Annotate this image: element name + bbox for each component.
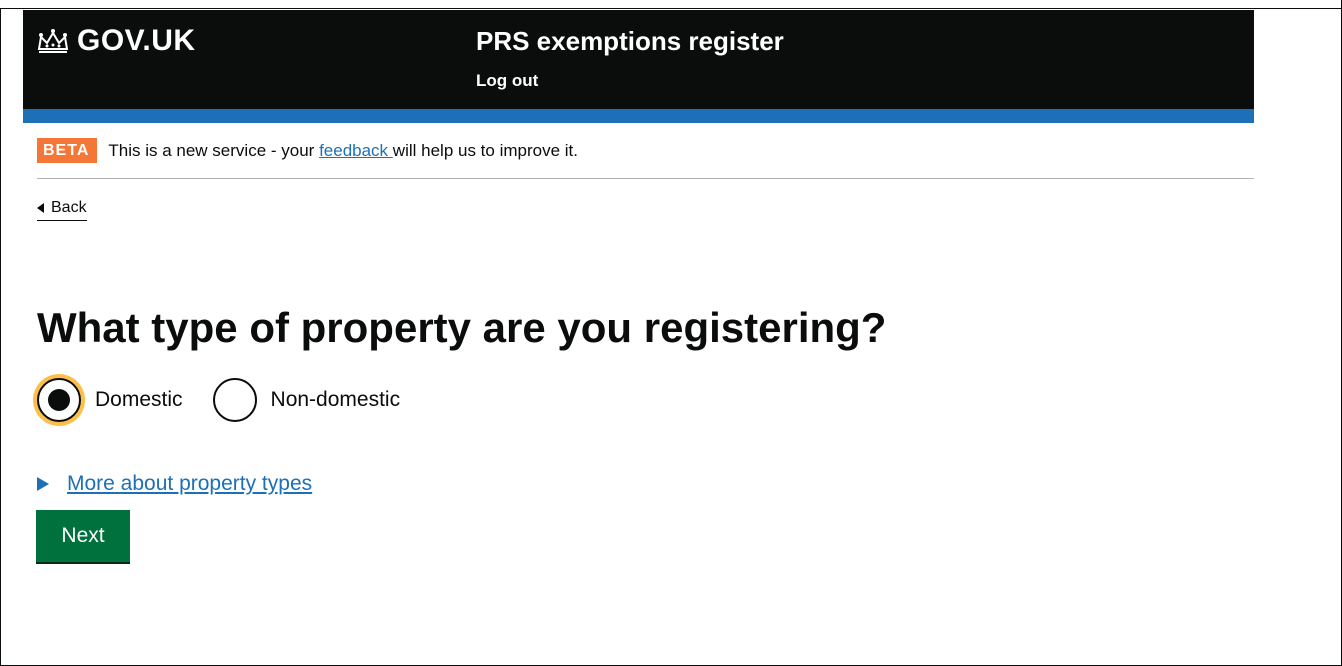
radio-domestic-focus-ring[interactable]	[33, 374, 85, 426]
logout-link[interactable]: Log out	[476, 71, 538, 91]
phase-banner-text: This is a new service - your feedback wi…	[108, 138, 578, 163]
site-header: GOV.UK PRS exemptions register Log out	[23, 10, 1254, 109]
crown-icon	[37, 29, 69, 53]
back-arrow-icon	[37, 203, 44, 213]
feedback-link[interactable]: feedback	[319, 141, 393, 160]
next-button[interactable]: Next	[36, 510, 130, 562]
phase-banner: BETA This is a new service - your feedba…	[37, 138, 1254, 179]
radio-selected-dot	[48, 389, 70, 411]
triangle-right-icon	[37, 477, 49, 491]
header-blue-bar	[23, 109, 1254, 123]
phase-banner-text-start: This is a new service - your	[108, 141, 320, 160]
page-title: What type of property are you registerin…	[37, 304, 887, 351]
radio-non-domestic-wrapper[interactable]	[209, 374, 261, 426]
radio-non-domestic-button[interactable]	[212, 378, 257, 422]
govuk-logo-link[interactable]: GOV.UK	[35, 24, 196, 58]
radio-domestic-button[interactable]	[37, 378, 81, 422]
window-frame-left	[0, 9, 1, 666]
property-type-radios: Domestic Non-domestic	[33, 374, 426, 426]
back-link[interactable]: Back	[37, 199, 87, 221]
back-link-label: Back	[51, 199, 87, 216]
radio-non-domestic[interactable]: Non-domestic	[209, 374, 401, 426]
beta-tag: BETA	[37, 138, 98, 163]
radio-non-domestic-label: Non-domestic	[270, 388, 401, 411]
more-about-property-types-link[interactable]: More about property types	[67, 472, 312, 496]
service-name-link[interactable]: PRS exemptions register	[476, 26, 784, 57]
radio-domestic[interactable]: Domestic	[33, 374, 183, 426]
details-toggle[interactable]: More about property types	[37, 472, 312, 496]
logo-text: GOV.UK	[77, 24, 196, 57]
window-frame-top	[0, 0, 1342, 9]
radio-domestic-label: Domestic	[95, 388, 183, 411]
phase-banner-text-end: will help us to improve it.	[392, 141, 578, 160]
